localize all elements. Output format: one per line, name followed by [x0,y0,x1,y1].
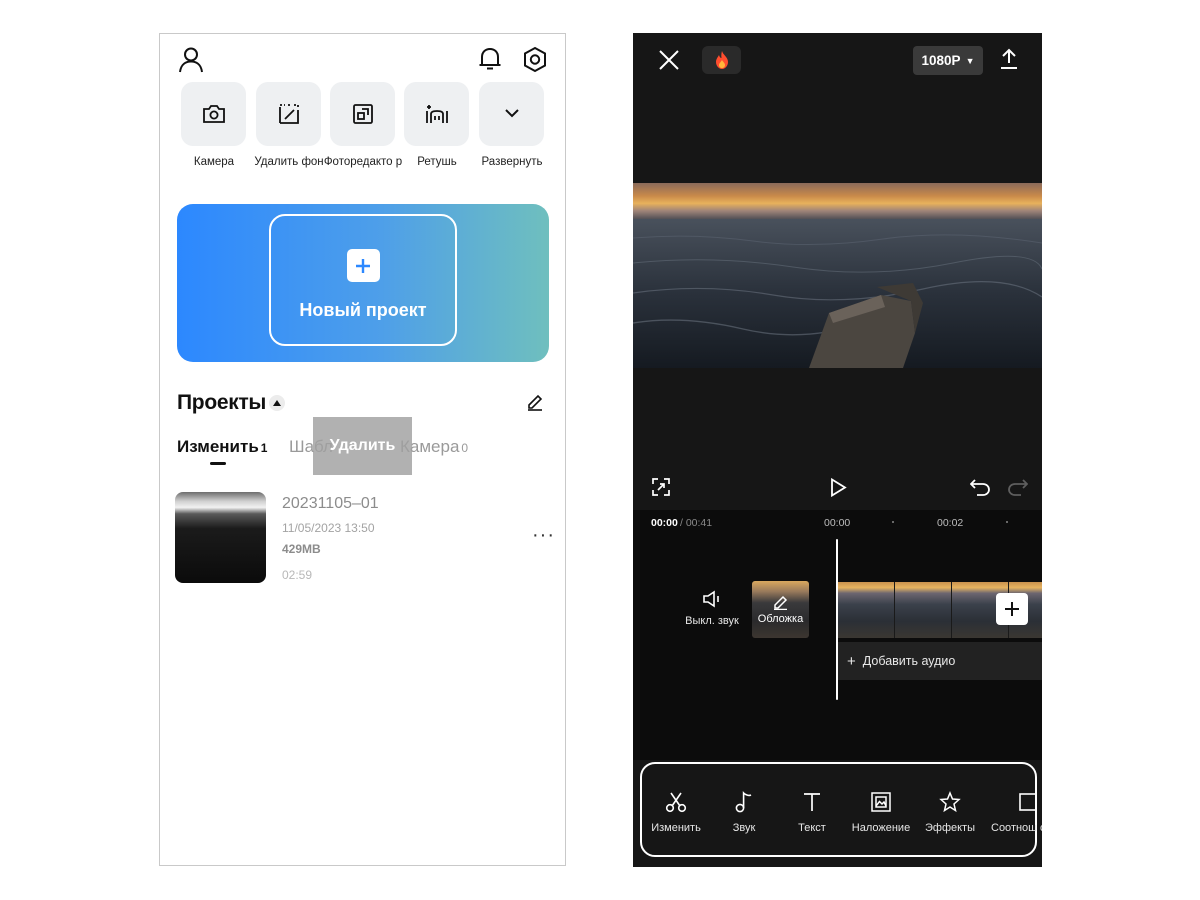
cover-button[interactable]: Обложка [752,581,809,638]
camera-icon [202,105,225,123]
remove-background-icon [278,104,299,124]
effects-icon [939,791,961,813]
notification-bell-icon[interactable] [478,46,502,72]
speaker-icon [703,590,719,608]
video-preview[interactable] [633,183,1042,368]
settings-gear-icon[interactable] [522,46,548,73]
resolution-dropdown[interactable]: 1080P ▼ [913,46,983,75]
tool-edit[interactable]: Изменить [638,791,714,834]
timeline-dot [892,521,894,523]
plus-icon [1005,602,1019,616]
close-icon[interactable] [659,50,679,75]
tool-edit-label: Изменить [651,822,701,834]
new-project-button[interactable]: Новый проект [269,214,457,346]
project-size: 429MB [282,542,321,556]
project-thumbnail[interactable] [175,492,266,583]
overlay-icon [871,792,891,812]
tab-camera-count: 0 [461,441,469,455]
flame-icon [715,51,728,69]
clip-frame [895,582,952,638]
pencil-icon [774,595,788,610]
tool-effects-label: Эффекты [924,822,975,834]
retouch-icon [425,105,448,123]
chevron-down-icon [504,109,519,118]
tool-text-label: Текст [798,822,826,834]
text-icon [804,793,820,811]
playhead[interactable] [836,539,838,700]
tool-audio-label: Звук [732,822,756,834]
add-audio-button[interactable]: + Добавить аудио [838,642,1042,680]
triangle-up-icon [273,400,281,406]
tool-overlay[interactable]: Наложение [843,791,919,834]
photo-editor-icon [352,104,373,124]
tool-audio[interactable]: Звук [706,791,782,834]
add-audio-label: Добавить аудио [862,654,956,668]
project-duration: 02:59 [282,568,313,582]
plus-icon: + [847,652,856,670]
expand-label: Развернуть [481,156,543,168]
trending-button[interactable] [702,46,741,74]
undo-icon[interactable] [969,478,990,501]
mute-button[interactable]: Выкл. звук [679,590,745,627]
current-time: 00:00 [651,517,678,529]
projects-title: Проекты [177,391,267,414]
photo-editor-button[interactable] [330,82,395,146]
retouch-label: Ретушь [417,156,457,168]
tool-aspect-ratio[interactable]: Соотнош сторо [988,791,1042,835]
redo-icon[interactable] [1008,478,1029,501]
new-project-label: Новый проект [299,300,427,320]
clip-frame [838,582,895,638]
fullscreen-icon[interactable] [652,478,670,501]
cover-label: Обложка [757,612,804,625]
play-icon[interactable] [830,477,847,502]
tab-edit[interactable]: Изменить 1 [177,437,267,457]
delete-button[interactable]: Удалить [313,417,412,475]
retouch-button[interactable] [404,82,469,146]
photo-editor-label: Фоторедакто р [323,156,403,168]
scissors-icon [665,792,687,813]
add-clip-button[interactable] [996,593,1028,625]
timeline-tick: 00:02 [937,517,964,529]
editor-screen: 1080P ▼ 00:00 / 00:41 00:00 00:02 Выкл. … [633,33,1042,867]
tab-edit-count: 1 [260,441,268,455]
remove-background-button[interactable] [256,82,321,146]
project-name[interactable]: 20231105–01 [282,495,379,513]
mute-label: Выкл. звук [685,615,739,627]
aspect-ratio-icon [1019,793,1037,811]
plus-icon [346,249,380,282]
remove-background-label: Удалить фон [254,156,324,168]
edit-projects-icon[interactable] [526,393,544,416]
tool-effects[interactable]: Эффекты [912,791,988,834]
sort-toggle-button[interactable] [269,395,285,411]
timeline-tick: 00:00 [824,517,851,529]
project-date: 11/05/2023 13:50 [282,521,375,535]
expand-button[interactable] [479,82,544,146]
camera-button[interactable] [181,82,246,146]
export-upload-icon[interactable] [999,48,1019,75]
profile-icon[interactable] [178,46,204,74]
camera-label: Камера [193,156,235,168]
active-tab-indicator [210,462,226,465]
new-project-banner[interactable]: Новый проект [177,204,549,362]
total-time: / 00:41 [680,517,713,529]
tool-text[interactable]: Текст [774,791,850,834]
tool-overlay-label: Наложение [851,822,911,834]
resolution-value: 1080P [921,53,961,68]
project-more-button[interactable]: ··· [532,524,555,547]
tool-aspect-ratio-label: Соотнош сторо [991,822,1042,834]
seascape-image [633,219,1042,368]
timeline-dot [1006,521,1008,523]
tab-edit-label: Изменить [177,437,259,456]
music-note-icon [735,791,752,813]
home-screen: Камера Удалить фон Фоторедакто р Ретушь … [159,33,566,866]
caret-down-icon: ▼ [965,55,975,66]
